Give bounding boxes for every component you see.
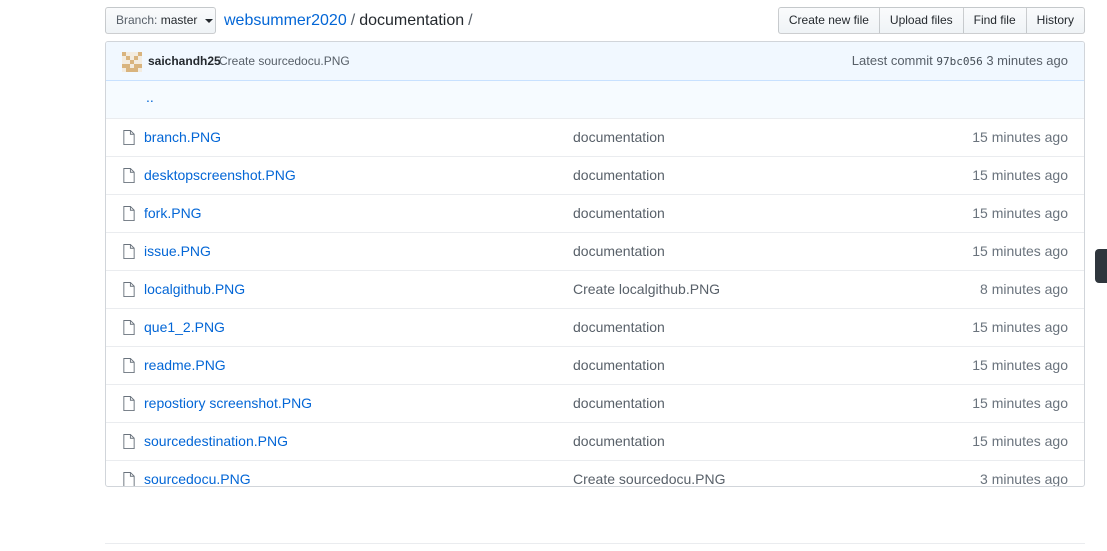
create-new-file-button[interactable]: Create new file [777,7,880,34]
file-icon [123,206,135,221]
parent-directory-row: .. [106,81,1084,119]
branch-prefix: Branch: [116,13,158,27]
breadcrumb: websummer2020/documentation / [224,10,477,32]
branch-select-button[interactable]: Branch: master [105,7,216,34]
file-commit-message-link[interactable]: documentation [573,167,665,183]
file-name-link[interactable]: localgithub.PNG [144,281,245,297]
file-icon [123,168,135,183]
file-name-link[interactable]: sourcedestination.PNG [144,433,288,449]
file-icon [123,434,135,449]
file-icon [123,130,135,145]
commit-author-link[interactable]: saichandh25 [148,54,221,68]
file-row: branch.PNG documentation 15 minutes ago [106,119,1084,157]
breadcrumb-trailing-separator: / [468,12,473,29]
file-name-link[interactable]: fork.PNG [144,205,202,221]
file-commit-age: 15 minutes ago [972,243,1068,259]
file-row: desktopscreenshot.PNG documentation 15 min… [106,157,1084,195]
file-icon [123,282,135,297]
file-commit-message-link[interactable]: documentation [573,243,665,259]
file-row: localgithub.PNG Create localgithub.PNG 8 m… [106,271,1084,309]
file-commit-age: 15 minutes ago [972,433,1068,449]
file-icon [123,244,135,259]
latest-commit-info: Latest commit 97bc056 3 minutes ago [852,53,1068,68]
commit-age: 3 minutes ago [986,53,1068,68]
file-commit-age: 15 minutes ago [972,205,1068,221]
file-name-link[interactable]: desktopscreenshot.PNG [144,167,296,183]
file-icon [123,472,135,486]
latest-commit-label: Latest commit [851,53,933,68]
file-rows: branch.PNG documentation 15 minutes ago des… [106,119,1084,487]
file-commit-age: 15 minutes ago [972,319,1068,335]
file-row: que1_2.PNG documentation 15 minutes ago [106,309,1084,347]
identicon-avatar[interactable] [122,52,142,72]
file-commit-age: 15 minutes ago [972,357,1068,373]
file-list: saichandh25 Create sourcedocu.PNG Latest… [105,41,1085,487]
file-row: sourcedestination.PNG documentation 15 min… [106,423,1084,461]
file-icon [123,320,135,335]
commit-message-link[interactable]: Create sourcedocu.PNG [219,54,350,68]
file-name-link[interactable]: issue.PNG [144,243,211,259]
commit-sha-link[interactable]: 97bc056 [936,55,982,68]
file-actions-group: Create new file Upload files Find file H… [777,7,1085,34]
branch-name: master [160,13,198,27]
caret-down-icon [204,18,213,23]
breadcrumb-current-folder: documentation [359,12,465,29]
file-row: repostiory screenshot.PNG documentation 15… [106,385,1084,423]
file-commit-age: 15 minutes ago [972,167,1068,183]
file-row: sourcedocu.PNG Create sourcedocu.PNG 3 min… [106,461,1084,487]
side-panel-tab[interactable] [1095,249,1107,283]
file-commit-message-link[interactable]: documentation [573,433,665,449]
breadcrumb-separator: / [350,12,356,29]
file-commit-age: 8 minutes ago [980,281,1068,297]
file-name-link[interactable]: repostiory screenshot.PNG [144,395,312,411]
parent-directory-link[interactable]: .. [146,89,154,105]
file-name-link[interactable]: readme.PNG [144,357,226,373]
file-commit-message-link[interactable]: documentation [573,205,665,221]
footer-divider [105,543,1085,544]
file-commit-age: 3 minutes ago [980,471,1068,487]
file-commit-message-link[interactable]: documentation [573,319,665,335]
upload-files-button[interactable]: Upload files [878,7,964,34]
file-commit-message-link[interactable]: documentation [573,395,665,411]
file-icon [123,396,135,411]
latest-commit-bar: saichandh25 Create sourcedocu.PNG Latest… [106,42,1084,81]
find-file-button[interactable]: Find file [962,7,1027,34]
file-icon [123,358,135,373]
file-name-link[interactable]: sourcedocu.PNG [144,471,251,486]
history-button[interactable]: History [1025,7,1085,34]
file-commit-message-link[interactable]: documentation [573,129,665,145]
breadcrumb-repo-link[interactable]: websummer2020 [224,12,347,29]
file-name-link[interactable]: que1_2.PNG [144,319,225,335]
file-row: fork.PNG documentation 15 minutes ago [106,195,1084,233]
file-commit-age: 15 minutes ago [972,395,1068,411]
file-name-link[interactable]: branch.PNG [144,129,221,145]
file-commit-message-link[interactable]: documentation [573,357,665,373]
file-row: issue.PNG documentation 15 minutes ago [106,233,1084,271]
file-commit-message-link[interactable]: Create sourcedocu.PNG [573,471,726,486]
file-row: readme.PNG documentation 15 minutes ago [106,347,1084,385]
file-navigation: Branch: master websummer2020/documentati… [105,7,1085,36]
file-commit-age: 15 minutes ago [972,129,1068,145]
file-commit-message-link[interactable]: Create localgithub.PNG [573,281,720,297]
